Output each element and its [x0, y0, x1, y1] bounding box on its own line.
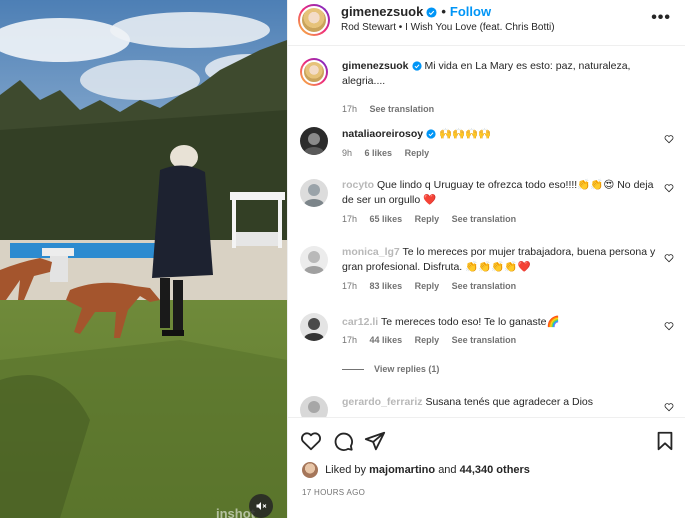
- comment-time[interactable]: 17h: [342, 214, 357, 224]
- send-icon[interactable]: [364, 430, 386, 452]
- heart-icon[interactable]: [664, 402, 674, 412]
- view-replies-label: View replies (1): [374, 364, 440, 374]
- comment-likes[interactable]: 44 likes: [370, 335, 403, 345]
- comment-username[interactable]: nataliaoreirosoy: [342, 128, 423, 140]
- heart-icon[interactable]: [664, 183, 674, 193]
- liked-by-and: and: [438, 463, 457, 476]
- comment-likes[interactable]: 65 likes: [370, 214, 403, 224]
- post-timestamp[interactable]: 17 HOURS AGO: [302, 488, 365, 497]
- comment-username[interactable]: gerardo_ferrariz: [342, 396, 423, 408]
- comment-username[interactable]: rocyto: [342, 179, 374, 191]
- speaker-muted-icon: [256, 502, 267, 510]
- bookmark-icon[interactable]: [654, 430, 676, 452]
- comment-username[interactable]: gimenezsuok: [342, 60, 409, 72]
- commenter-avatar[interactable]: [300, 246, 328, 274]
- reply-button[interactable]: Reply: [405, 148, 430, 158]
- mute-button[interactable]: [249, 494, 273, 518]
- follow-button[interactable]: Follow: [450, 4, 491, 19]
- commenter-avatar[interactable]: [300, 179, 328, 207]
- comment-username[interactable]: monica_lg7: [342, 246, 400, 258]
- comment-likes[interactable]: 6 likes: [365, 148, 393, 158]
- post-header: gimenezsuok • Follow Rod Stewart • I Wish …: [288, 0, 685, 46]
- liked-by-count[interactable]: 44,340 others: [460, 464, 530, 476]
- comment-time[interactable]: 17h: [342, 104, 357, 114]
- post-sidebar: gimenezsuok • Follow Rod Stewart • I Wish …: [287, 0, 685, 518]
- reply-button[interactable]: Reply: [415, 281, 440, 291]
- comment-text: Susana tenés que agradecer a Dios: [425, 396, 593, 408]
- comment-text: Que lindo q Uruguay te ofrezca todo eso!…: [342, 179, 654, 206]
- author-username[interactable]: gimenezsuok: [341, 4, 423, 19]
- view-replies-button[interactable]: View replies (1): [342, 364, 439, 374]
- heart-icon[interactable]: [300, 430, 322, 452]
- liker-avatar[interactable]: [302, 462, 318, 478]
- likes-summary: Liked by majomartino and 44,340 others: [302, 462, 530, 478]
- comment-time[interactable]: 17h: [342, 335, 357, 345]
- more-options-button[interactable]: •••: [651, 9, 671, 27]
- verified-badge-icon: [426, 7, 437, 18]
- commenter-avatar[interactable]: [300, 313, 328, 341]
- heart-icon[interactable]: [664, 321, 674, 331]
- commenter-avatar[interactable]: [300, 127, 328, 155]
- heart-icon[interactable]: [664, 253, 674, 263]
- post-actions: Liked by majomartino and 44,340 others 1…: [288, 417, 685, 518]
- comment-time[interactable]: 9h: [342, 148, 352, 158]
- verified-badge-icon: [426, 129, 436, 139]
- comment-username[interactable]: car12.li: [342, 316, 378, 328]
- comments-list: gimenezsuok Mi vida en La Mary es esto: …: [288, 47, 685, 417]
- heart-icon[interactable]: [664, 134, 674, 144]
- liked-by-prefix: Liked by: [325, 463, 367, 476]
- comment-text: 🙌🙌🙌🙌: [439, 128, 492, 140]
- see-translation-link[interactable]: See translation: [370, 104, 435, 114]
- author-avatar[interactable]: [298, 4, 330, 36]
- see-translation-link[interactable]: See translation: [452, 281, 517, 291]
- liked-by-user[interactable]: majomartino: [369, 464, 435, 476]
- commenter-avatar[interactable]: [300, 396, 328, 417]
- comment-icon[interactable]: [332, 430, 354, 452]
- see-translation-link[interactable]: See translation: [452, 214, 517, 224]
- comment-text: Te mereces todo eso! Te lo ganaste🌈: [380, 316, 560, 328]
- verified-badge-icon: [411, 61, 422, 71]
- comment-likes[interactable]: 83 likes: [370, 281, 403, 291]
- reply-button[interactable]: Reply: [415, 214, 440, 224]
- author-avatar[interactable]: [300, 58, 328, 86]
- reply-button[interactable]: Reply: [415, 335, 440, 345]
- separator-dot: •: [441, 4, 446, 19]
- video-frame: [0, 0, 287, 518]
- comment-time[interactable]: 17h: [342, 281, 357, 291]
- audio-track[interactable]: Rod Stewart • I Wish You Love (feat. Chr…: [341, 22, 555, 33]
- see-translation-link[interactable]: See translation: [452, 335, 517, 345]
- post-video[interactable]: inshot: [0, 0, 287, 518]
